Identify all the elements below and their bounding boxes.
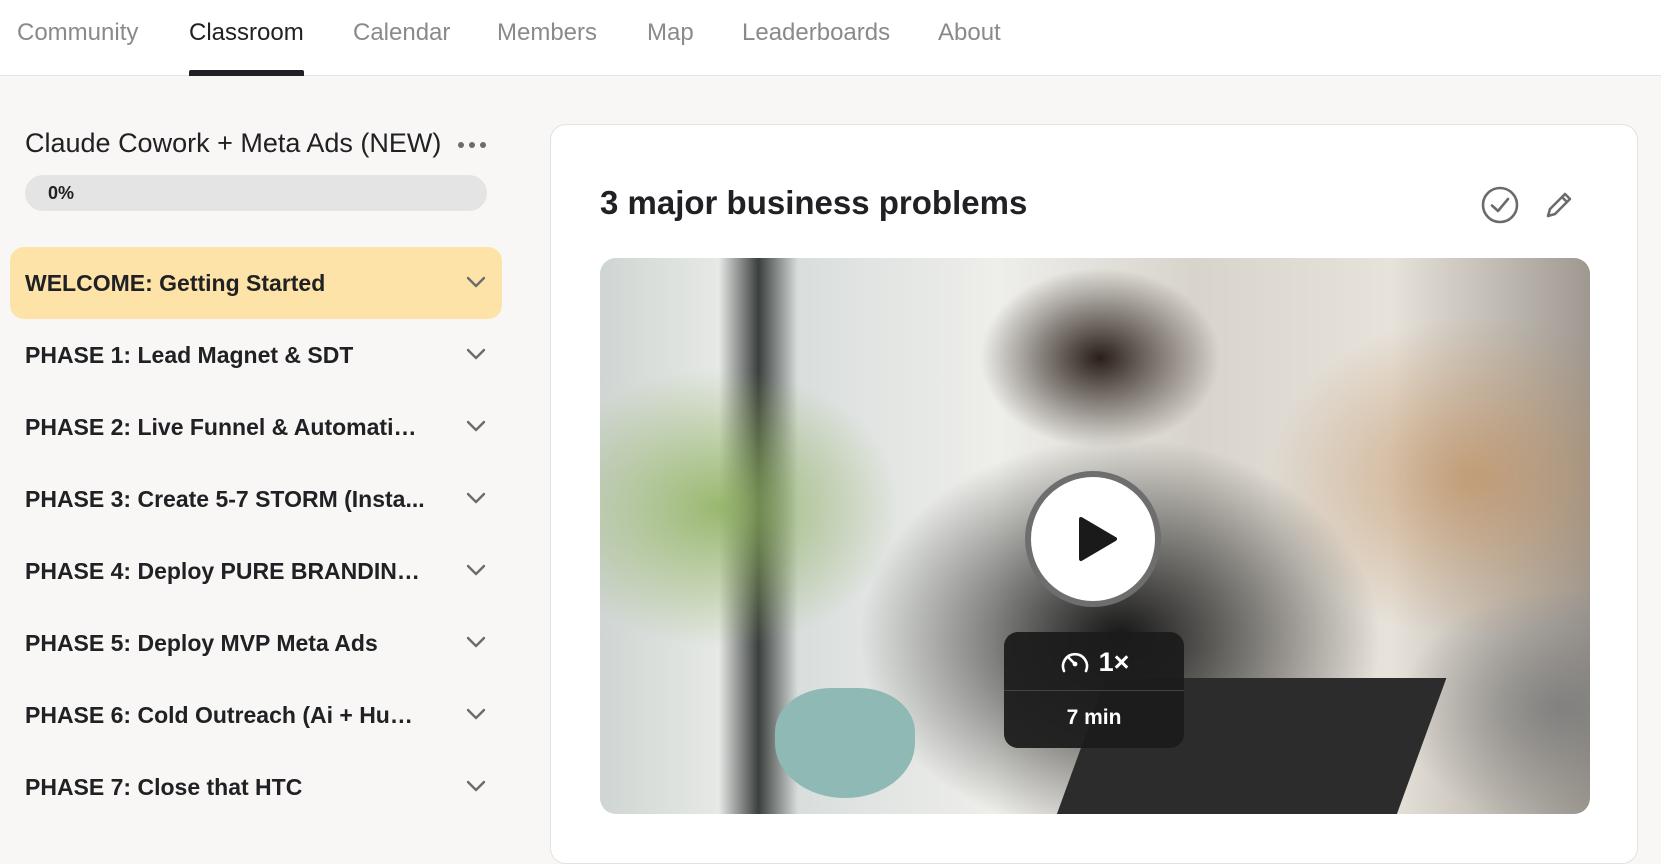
dot-icon	[469, 142, 475, 148]
chevron-down-icon	[466, 276, 486, 288]
tab-leaderboards[interactable]: Leaderboards	[742, 0, 890, 76]
module-label: PHASE 5: Deploy MVP Meta Ads	[25, 629, 378, 656]
video-thumbnail-detail	[775, 688, 915, 798]
tab-map[interactable]: Map	[647, 0, 694, 76]
edit-lesson-button[interactable]	[1539, 185, 1579, 225]
more-options-button[interactable]	[455, 133, 489, 157]
check-circle-icon	[1481, 186, 1519, 224]
speed-label: 1×	[1098, 646, 1130, 677]
dot-icon	[458, 142, 464, 148]
module-phase-1[interactable]: PHASE 1: Lead Magnet & SDT	[10, 319, 502, 391]
module-phase-7[interactable]: PHASE 7: Close that HTC	[10, 751, 502, 823]
chevron-down-icon	[466, 420, 486, 432]
pencil-icon	[1546, 192, 1572, 218]
module-list: WELCOME: Getting Started PHASE 1: Lead M…	[10, 247, 502, 823]
play-icon	[1079, 517, 1117, 561]
chevron-down-icon	[466, 708, 486, 720]
chevron-down-icon	[466, 348, 486, 360]
lesson-title: 3 major business problems	[600, 184, 1028, 221]
lesson-card: 3 major business problems 1× 7 min	[550, 124, 1638, 864]
top-nav: Community Classroom Calendar Members Map…	[0, 0, 1661, 76]
video-duration: 7 min	[1066, 706, 1122, 729]
tab-calendar[interactable]: Calendar	[353, 0, 450, 76]
course-progress-bar: 0%	[25, 175, 487, 211]
tab-about[interactable]: About	[938, 0, 1001, 76]
chevron-down-icon	[466, 564, 486, 576]
module-label: WELCOME: Getting Started	[25, 269, 326, 296]
module-phase-5[interactable]: PHASE 5: Deploy MVP Meta Ads	[10, 607, 502, 679]
tab-members[interactable]: Members	[497, 0, 597, 76]
video-player[interactable]: 1× 7 min	[600, 258, 1590, 814]
module-phase-4[interactable]: PHASE 4: Deploy PURE BRANDING ...	[10, 535, 502, 607]
module-label: PHASE 1: Lead Magnet & SDT	[25, 341, 354, 368]
playback-speed[interactable]: 1×	[1004, 640, 1184, 684]
module-label: PHASE 2: Live Funnel & Automations	[25, 413, 425, 440]
chevron-down-icon	[466, 636, 486, 648]
module-phase-3[interactable]: PHASE 3: Create 5-7 STORM (Insta...	[10, 463, 502, 535]
module-welcome[interactable]: WELCOME: Getting Started	[10, 247, 502, 319]
module-label: PHASE 7: Close that HTC	[25, 773, 303, 800]
chevron-down-icon	[466, 492, 486, 504]
divider	[1004, 690, 1184, 691]
play-button[interactable]	[1025, 471, 1161, 607]
speed-gauge-icon	[1061, 652, 1088, 673]
course-title: Claude Cowork + Meta Ads (NEW)	[25, 128, 442, 158]
progress-percent: 0%	[48, 183, 75, 203]
module-phase-2[interactable]: PHASE 2: Live Funnel & Automations	[10, 391, 502, 463]
chevron-down-icon	[466, 780, 486, 792]
module-label: PHASE 4: Deploy PURE BRANDING ...	[25, 557, 425, 584]
mark-complete-button[interactable]	[1480, 185, 1520, 225]
video-meta-overlay: 1× 7 min	[1004, 632, 1184, 748]
module-label: PHASE 3: Create 5-7 STORM (Insta...	[25, 485, 425, 512]
dot-icon	[480, 142, 486, 148]
module-phase-6[interactable]: PHASE 6: Cold Outreach (Ai + Hum...	[10, 679, 502, 751]
tab-classroom[interactable]: Classroom	[189, 0, 304, 76]
module-label: PHASE 6: Cold Outreach (Ai + Hum...	[25, 701, 425, 728]
tab-community[interactable]: Community	[17, 0, 138, 76]
